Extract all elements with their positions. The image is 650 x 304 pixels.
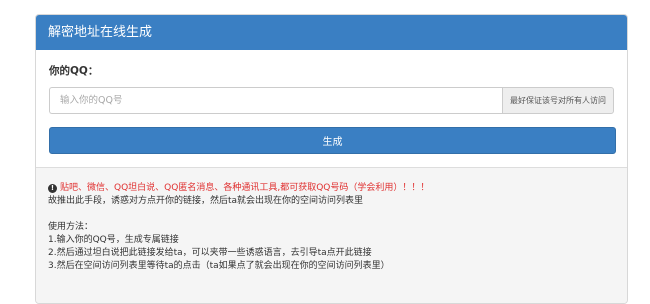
usage-title: 使用方法： [48,222,94,232]
panel-title: 解密地址在线生成 [36,15,627,50]
qq-input-addon: 最好保证该号对所有人访问 [502,87,614,114]
warning-text: 贴吧、微信、QQ坦白说、QQ匿名消息、各种通讯工具,都可获取QQ号码（学会利用）… [60,183,430,193]
qq-label: 你的QQ： [49,65,99,77]
usage-step: 2.然后通过坦白说把此链接发给ta，可以夹带一些诱惑语言，去引导ta点开此链接 [48,248,372,258]
description-text: 故推出此手段，诱惑对方点开你的链接，然后ta就会出现在你的空间访问列表里 [48,196,364,206]
form-body: 你的QQ： 最好保证该号对所有人访问 生成 [36,50,627,154]
usage-step: 3.然后在空间访问列表里等待ta的点击（ta如果点了就会出现在你的空间访问列表里… [48,261,390,271]
warning-line: ! 贴吧、微信、QQ坦白说、QQ匿名消息、各种通讯工具,都可获取QQ号码（学会利… [48,182,615,195]
usage-step: 1.输入你的QQ号，生成专属链接 [48,235,179,245]
generate-button[interactable]: 生成 [49,127,616,154]
info-circle-icon: ! [48,184,57,193]
generator-panel: 解密地址在线生成 你的QQ： 最好保证该号对所有人访问 生成 ! 贴吧、微信、Q… [35,14,628,304]
qq-input-group: 最好保证该号对所有人访问 [49,87,614,114]
info-section: ! 贴吧、微信、QQ坦白说、QQ匿名消息、各种通讯工具,都可获取QQ号码（学会利… [36,167,627,303]
qq-input[interactable] [49,87,502,114]
